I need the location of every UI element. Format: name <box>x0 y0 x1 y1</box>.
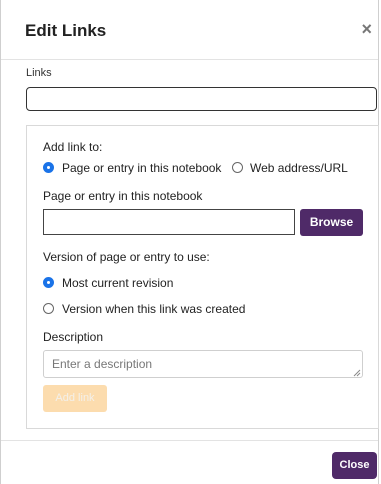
dialog-title: Edit Links <box>25 21 107 40</box>
dialog-header: Edit Links × <box>1 0 378 60</box>
footer-divider <box>1 440 378 441</box>
add-link-heading: Add link to: <box>43 140 103 154</box>
version-heading: Version of page or entry to use: <box>43 250 210 264</box>
page-entry-label: Page or entry in this notebook <box>43 189 203 203</box>
browse-button[interactable]: Browse <box>300 209 363 236</box>
radio-web-address[interactable] <box>232 162 243 173</box>
radio-most-current-label[interactable]: Most current revision <box>62 276 173 290</box>
radio-web-address-label[interactable]: Web address/URL <box>250 161 348 175</box>
page-entry-input[interactable] <box>43 209 295 235</box>
close-icon[interactable]: × <box>361 20 372 38</box>
close-button[interactable]: Close <box>332 452 377 479</box>
description-input[interactable] <box>43 350 363 378</box>
links-label: Links <box>26 67 52 79</box>
add-link-panel: Add link to: Page or entry in this noteb… <box>26 125 379 429</box>
radio-page-or-entry[interactable] <box>43 162 54 173</box>
radio-version-when-created[interactable] <box>43 303 54 314</box>
radio-page-or-entry-label[interactable]: Page or entry in this notebook <box>62 161 221 175</box>
links-input[interactable] <box>26 87 377 111</box>
add-link-button[interactable]: Add link <box>43 385 107 412</box>
edit-links-dialog: Edit Links × Links Add link to: Page or … <box>0 0 379 484</box>
radio-version-when-created-label[interactable]: Version when this link was created <box>62 302 245 316</box>
radio-most-current[interactable] <box>43 277 54 288</box>
description-label: Description <box>43 330 104 344</box>
